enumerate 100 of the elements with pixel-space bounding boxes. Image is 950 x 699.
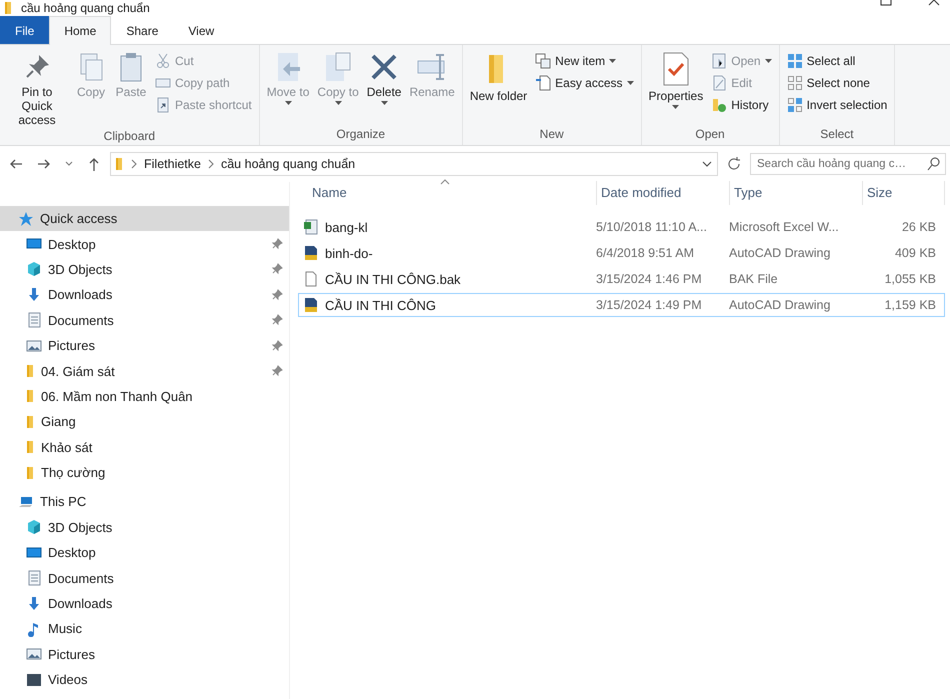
chevron-right-icon: [206, 159, 215, 169]
date-cell-text: 6/4/2018 9:51 AM: [595, 246, 695, 260]
document-icon: [26, 312, 42, 328]
column-header[interactable]: Date modified: [597, 181, 730, 205]
file-row[interactable]: CẦU IN THI CÔNG.bak 3/15/2024 1:46 PM BAK File 1,055 KB: [298, 267, 945, 291]
type-cell-text: Microsoft Excel W...: [728, 220, 840, 234]
nav-item[interactable]: Pictures: [0, 642, 289, 668]
sort-up-icon: [440, 179, 450, 185]
nav-item[interactable]: Desktop: [0, 540, 289, 566]
nav-item[interactable]: Documents: [0, 308, 289, 333]
nav-item[interactable]: Thọ cường: [0, 460, 289, 486]
image-icon: [26, 646, 42, 662]
size-cell-text: 409 KB: [894, 246, 937, 260]
nav-item[interactable]: 06. Mầm non Thanh Quân: [0, 384, 289, 410]
group-label: Clipboard: [102, 129, 156, 145]
type-cell-text: AutoCAD Drawing: [728, 246, 832, 260]
search-icon: [926, 156, 942, 172]
easy-access-icon: [535, 75, 552, 91]
search-field[interactable]: Search cầu hoảng quang c…: [750, 153, 946, 175]
shortcut-icon: [155, 97, 171, 113]
pin-icon: [271, 238, 283, 250]
date-cell-text: 3/15/2024 1:46 PM: [595, 272, 703, 286]
download-icon: [26, 596, 42, 612]
history-icon: [711, 97, 728, 113]
folder-icon: [26, 388, 35, 404]
address-bar[interactable]: Filethietke cầu hoảng quang chuẩn: [110, 152, 718, 176]
ribbon-button[interactable]: Pin to Quick access: [4, 49, 70, 129]
chevron-down-icon: [701, 159, 713, 169]
group-label: Open: [694, 127, 726, 143]
pin-icon: [271, 365, 283, 378]
ribbon-button[interactable]: Select none: [784, 73, 890, 93]
nav-item[interactable]: Desktop: [0, 231, 289, 257]
ribbon-button[interactable]: Delete: [364, 49, 404, 127]
select-all-icon: [786, 53, 803, 69]
nav-item[interactable]: Documents: [0, 565, 289, 591]
nav-item[interactable]: 04. Giám sát: [0, 358, 289, 384]
file-row[interactable]: CẦU IN THI CÔNG 3/15/2024 1:49 PM AutoCAD Drawing 1,159 KB: [298, 293, 945, 317]
document-icon: [26, 570, 42, 586]
ribbon-button[interactable]: Properties: [646, 49, 706, 127]
ribbon-tab[interactable]: Home: [49, 16, 112, 45]
download-icon: [26, 286, 42, 303]
size-cell-text: 1,055 KB: [884, 272, 937, 286]
breadcrumb[interactable]: Filethietke: [144, 157, 201, 171]
ribbon-button[interactable]: Invert selection: [784, 95, 890, 115]
type-cell-text: AutoCAD Drawing: [728, 298, 832, 312]
cube-icon: [26, 519, 42, 536]
folder-icon: [26, 363, 35, 380]
nav-item[interactable]: Giang: [0, 409, 289, 435]
spreadsheet-icon: [303, 219, 319, 235]
group-label: Select: [819, 127, 855, 143]
nav-item[interactable]: Pictures: [0, 332, 289, 358]
pin-icon: [271, 314, 283, 326]
nav-item[interactable]: Khảo sát: [0, 434, 289, 460]
refresh-icon: [726, 156, 742, 172]
nav-item[interactable]: Quick access: [0, 206, 289, 232]
nav-item[interactable]: Downloads: [0, 590, 289, 616]
file-name: bang-kl: [325, 220, 368, 234]
column-header[interactable]: Name: [308, 181, 597, 205]
date-cell-text: 3/15/2024 1:49 PM: [595, 298, 703, 312]
nav-item[interactable]: 3D Objects: [0, 256, 289, 282]
folder-icon: [115, 156, 124, 172]
nav-item[interactable]: Music: [0, 616, 289, 642]
ribbon-button[interactable]: New item: [532, 51, 637, 71]
chevron-right-icon: [130, 159, 138, 169]
file-row[interactable]: bang-kl 5/10/2018 11:10 A... Microsoft Excel W... 26 KB: [298, 215, 945, 239]
edit-icon: [711, 75, 728, 91]
film-icon: [26, 672, 42, 688]
column-header[interactable]: Size: [863, 181, 945, 205]
folder-icon: [26, 464, 35, 481]
drawing-file-icon: [303, 245, 319, 261]
ribbon-button[interactable]: New folder: [466, 49, 530, 127]
star-icon: [18, 210, 34, 227]
pin-icon: [271, 340, 283, 352]
file-row[interactable]: binh-do- 6/4/2018 9:51 AM AutoCAD Drawing 409 KB: [298, 241, 945, 265]
open-icon: [711, 53, 728, 69]
ribbon-tab[interactable]: File: [0, 16, 50, 44]
folder-icon: [26, 439, 35, 456]
size-cell-text: 26 KB: [900, 220, 937, 234]
nav-item[interactable]: This PC: [0, 489, 289, 515]
drawing-file-icon: [303, 297, 319, 313]
pin-icon: [271, 263, 283, 276]
group-label: Organize: [335, 127, 386, 143]
blank-file-icon: [303, 271, 319, 287]
nav-item[interactable]: 3D Objects: [0, 514, 289, 540]
nav-item[interactable]: Downloads: [0, 282, 289, 308]
scissors-icon: [155, 53, 171, 69]
column-header[interactable]: Type: [730, 181, 863, 205]
breadcrumb[interactable]: cầu hoảng quang chuẩn: [220, 157, 356, 171]
size-cell-text: 1,159 KB: [884, 298, 937, 312]
type-cell-text: BAK File: [728, 272, 779, 286]
ribbon-button[interactable]: History: [708, 95, 775, 115]
ribbon-button[interactable]: Easy access: [532, 73, 637, 93]
folder-icon: [26, 414, 35, 430]
ribbon-button[interactable]: Select all: [784, 51, 890, 71]
image-icon: [26, 338, 42, 354]
pin-icon: [271, 288, 283, 301]
nav-item[interactable]: Videos: [0, 667, 289, 692]
file-name: CẦU IN THI CÔNG.bak: [325, 272, 461, 286]
date-cell-text: 5/10/2018 11:10 A...: [595, 220, 708, 234]
new-item-icon: [535, 53, 552, 69]
